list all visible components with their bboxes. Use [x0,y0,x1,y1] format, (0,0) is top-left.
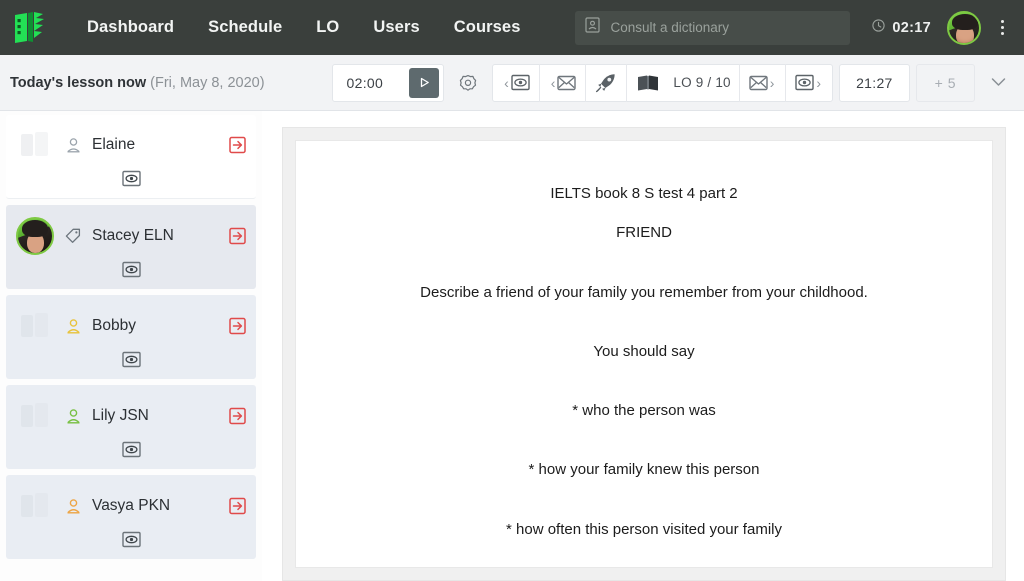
avatar-placeholder [16,307,54,345]
logout-icon[interactable] [229,407,246,425]
student-row-vasya-pkn[interactable]: Vasya PKN [6,475,256,559]
search-input[interactable]: Consult a dictionary [610,20,729,35]
avatar [16,216,54,255]
person-badge-icon [64,407,82,425]
person-badge-icon [64,497,82,515]
clock-icon [872,18,886,37]
settings-button[interactable] [450,64,486,102]
lesson-content-area: IELTS book 8 S test 4 part 2 FRIEND Desc… [262,111,1024,581]
logout-icon[interactable] [229,497,246,515]
slide-line-prompt: Describe a friend of your family you rem… [420,283,868,301]
next-screen-button[interactable]: › [785,63,832,102]
countdown-timer: 02:00 [346,74,384,91]
student-visibility-toggle[interactable] [6,351,256,368]
student-visibility-toggle[interactable] [6,531,256,548]
session-clock: 02:17 [872,18,931,37]
student-name: Bobby [92,316,136,334]
toolbar-controls: 02:00 ‹ ‹ LO 9 / 10 › › 21:27 + 5 [331,63,1016,102]
extra-minutes-label: + 5 [934,74,956,91]
chevron-left-icon: ‹ [550,74,556,91]
logout-icon[interactable] [229,227,246,245]
person-badge-icon [64,317,82,335]
nav-links: Dashboard Schedule LO Users Courses [70,12,537,43]
elapsed-time-group: 21:27 [839,63,910,102]
student-row-top: Lily JSN [6,397,256,435]
slide-frame: IELTS book 8 S test 4 part 2 FRIEND Desc… [282,127,1006,581]
student-row-top: Elaine [6,126,256,164]
slide-line-title: IELTS book 8 S test 4 part 2 [550,185,738,202]
slide-line-heading: FRIEND [616,224,672,242]
student-row-lily-jsn[interactable]: Lily JSN [6,385,256,469]
kebab-menu-icon[interactable] [995,16,1010,39]
avatar-placeholder [16,487,54,525]
student-name: Stacey ELN [92,226,174,244]
play-button[interactable] [409,67,440,98]
clock-value: 02:17 [892,19,931,36]
dictionary-icon [585,17,601,38]
student-visibility-toggle[interactable] [6,261,256,278]
student-row-stacey-eln[interactable]: Stacey ELN [6,205,256,289]
lesson-tools-group: ‹ ‹ LO 9 / 10 › › [492,63,834,102]
nav-item-courses[interactable]: Courses [437,12,538,43]
student-visibility-toggle[interactable] [6,170,256,187]
lesson-date: (Fri, May 8, 2020) [150,74,265,91]
main-body: Elaine Stacey ELN Bobby Lily JSN Vasya P… [0,111,1024,581]
next-message-button[interactable]: › [738,63,786,102]
page-title: Today's lesson now (Fri, May 8, 2020) [10,75,265,91]
tag-badge-icon [64,227,82,245]
chevron-right-icon: › [816,74,822,91]
avatar-placeholder [16,397,54,435]
avatar-placeholder [16,126,54,164]
student-name: Vasya PKN [92,496,171,514]
chevron-right-icon: › [769,74,775,91]
slide-line-bullet-3: * how often this person visited your fam… [506,520,782,538]
green-book-logo[interactable] [10,8,52,48]
student-visibility-toggle[interactable] [6,441,256,458]
elapsed-time: 21:27 [856,74,893,91]
logout-icon[interactable] [229,136,246,154]
student-row-top: Vasya PKN [6,487,256,525]
previous-message-button[interactable]: ‹ [538,63,586,102]
slide-line-bullet-1: * who the person was [572,402,716,419]
slide-content: IELTS book 8 S test 4 part 2 FRIEND Desc… [295,140,993,568]
user-avatar[interactable] [947,10,981,45]
nav-item-lo[interactable]: LO [299,12,356,43]
student-row-elaine[interactable]: Elaine [6,115,256,199]
logout-icon[interactable] [229,317,246,335]
lesson-toolbar: Today's lesson now (Fri, May 8, 2020) 02… [0,55,1024,111]
nav-item-schedule[interactable]: Schedule [191,12,299,43]
student-row-top: Bobby [6,307,256,345]
student-row-top: Stacey ELN [6,216,256,255]
students-sidebar: Elaine Stacey ELN Bobby Lily JSN Vasya P… [0,111,262,581]
slide-line-instruction: You should say [593,342,695,360]
dictionary-search-box[interactable]: Consult a dictionary [575,10,851,45]
extra-minutes-button[interactable]: + 5 [915,63,975,102]
rocket-button[interactable] [585,63,626,102]
app-root: Dashboard Schedule LO Users Courses Cons… [0,0,1024,581]
slide-line-bullet-2: * how your family knew this person [528,461,760,479]
chevron-left-icon: ‹ [504,74,509,91]
crown-badge-icon [64,136,82,154]
student-name: Elaine [92,136,136,153]
nav-item-dashboard[interactable]: Dashboard [70,12,191,43]
timer-group: 02:00 [331,63,445,102]
lo-counter: LO 9 / 10 [673,75,731,90]
student-row-bobby[interactable]: Bobby [6,295,256,379]
previous-screen-button[interactable]: ‹ [493,64,539,102]
student-name: Lily JSN [92,406,149,424]
lesson-title-text: Today's lesson now [10,74,147,91]
open-book-button[interactable] [626,63,669,102]
chevron-down-icon[interactable] [981,74,1016,91]
nav-item-users[interactable]: Users [356,12,436,43]
top-navigation-bar: Dashboard Schedule LO Users Courses Cons… [0,0,1024,55]
